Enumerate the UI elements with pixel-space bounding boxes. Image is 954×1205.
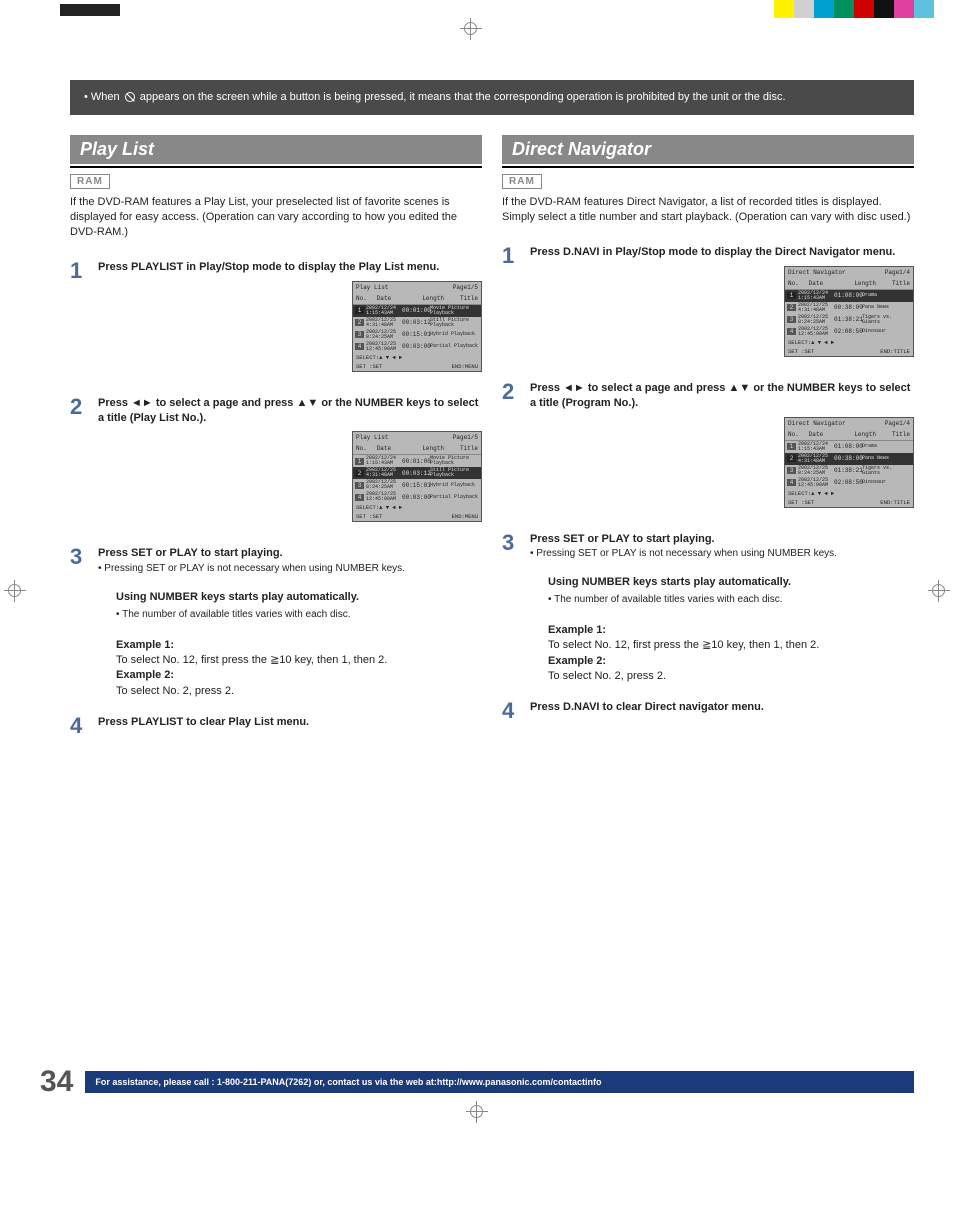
playlist-column: Play List RAM If the DVD-RAM features a … (70, 135, 482, 749)
step-number: 4 (70, 715, 88, 737)
step-subtext: • Pressing SET or PLAY is not necessary … (530, 548, 914, 559)
prohibit-icon (125, 92, 135, 102)
step-3: 3 Press SET or PLAY to start playing. • … (70, 546, 482, 699)
auto-bullet: • The number of available titles varies … (548, 593, 914, 607)
registration-mark (4, 580, 26, 602)
note-text-after: appears on the screen while a button is … (140, 91, 786, 103)
step-2: 2 Press ◄► to select a page and press ▲▼… (70, 396, 482, 535)
step-subtext: • Pressing SET or PLAY is not necessary … (98, 563, 482, 574)
osd-navigator-a: Direct NavigatorPage1/4No.DateLengthTitl… (784, 266, 914, 357)
note-text-before: When (91, 91, 120, 103)
registration-mark (466, 1101, 488, 1123)
example-label: Example 1: (548, 624, 606, 636)
auto-heading: Using NUMBER keys starts play automatica… (116, 590, 482, 605)
printer-color-swatches (774, 0, 934, 18)
step-text: Press SET or PLAY to start playing. (530, 532, 914, 547)
step-text: Press ◄► to select a page and press ▲▼ o… (530, 381, 914, 411)
step-text: Press D.NAVI in Play/Stop mode to displa… (530, 245, 914, 260)
step-4: 4 Press PLAYLIST to clear Play List menu… (70, 715, 482, 737)
step-number: 2 (70, 396, 88, 535)
osd-navigator-b: Direct NavigatorPage1/4No.DateLengthTitl… (784, 417, 914, 508)
step-1: 1 Press D.NAVI in Play/Stop mode to disp… (502, 245, 914, 369)
step-text: Press PLAYLIST to clear Play List menu. (98, 715, 482, 730)
example-text: To select No. 12, first press the ≧10 ke… (116, 653, 482, 668)
step-3: 3 Press SET or PLAY to start playing. • … (502, 532, 914, 685)
step-4: 4 Press D.NAVI to clear Direct navigator… (502, 700, 914, 722)
osd-playlist-b: Play ListPage1/5No.DateLengthTitle12002/… (352, 431, 482, 522)
rule (502, 166, 914, 168)
osd-playlist-a: Play ListPage1/5No.DateLengthTitle12002/… (352, 281, 482, 372)
prohibited-note: • When appears on the screen while a but… (70, 80, 914, 115)
ram-badge: RAM (70, 174, 110, 189)
step-text: Press ◄► to select a page and press ▲▼ o… (98, 396, 482, 426)
step-number: 4 (502, 700, 520, 722)
step-1: 1 Press PLAYLIST in Play/Stop mode to di… (70, 260, 482, 384)
auto-heading: Using NUMBER keys starts play automatica… (548, 575, 914, 590)
page-footer: 34 For assistance, please call : 1-800-2… (40, 1065, 914, 1099)
example-label: Example 2: (116, 669, 174, 681)
step-text: Press SET or PLAY to start playing. (98, 546, 482, 561)
crop-mark (460, 18, 482, 40)
navigator-column: Direct Navigator RAM If the DVD-RAM feat… (502, 135, 914, 749)
step-number: 3 (70, 546, 88, 699)
example-label: Example 1: (116, 639, 174, 651)
example-label: Example 2: (548, 655, 606, 667)
step-text: Press PLAYLIST in Play/Stop mode to disp… (98, 260, 482, 275)
ram-badge: RAM (502, 174, 542, 189)
example-text: To select No. 12, first press the ≧10 ke… (548, 638, 914, 653)
assistance-bar: For assistance, please call : 1-800-211-… (85, 1071, 914, 1093)
example-text: To select No. 2, press 2. (116, 684, 482, 699)
example-text: To select No. 2, press 2. (548, 669, 914, 684)
section-heading: Direct Navigator (502, 135, 914, 164)
registration-mark (928, 580, 950, 602)
intro-text: If the DVD-RAM features a Play List, you… (70, 195, 482, 240)
section-heading: Play List (70, 135, 482, 164)
step-number: 2 (502, 381, 520, 520)
step-text: Press D.NAVI to clear Direct navigator m… (530, 700, 914, 715)
page-number: 34 (40, 1065, 73, 1099)
rule (70, 166, 482, 168)
step-number: 1 (70, 260, 88, 384)
step-number: 1 (502, 245, 520, 369)
auto-bullet: • The number of available titles varies … (116, 608, 482, 622)
step-number: 3 (502, 532, 520, 685)
intro-text: If the DVD-RAM features Direct Navigator… (502, 195, 914, 225)
printer-color-bar (60, 4, 120, 16)
step-2: 2 Press ◄► to select a page and press ▲▼… (502, 381, 914, 520)
